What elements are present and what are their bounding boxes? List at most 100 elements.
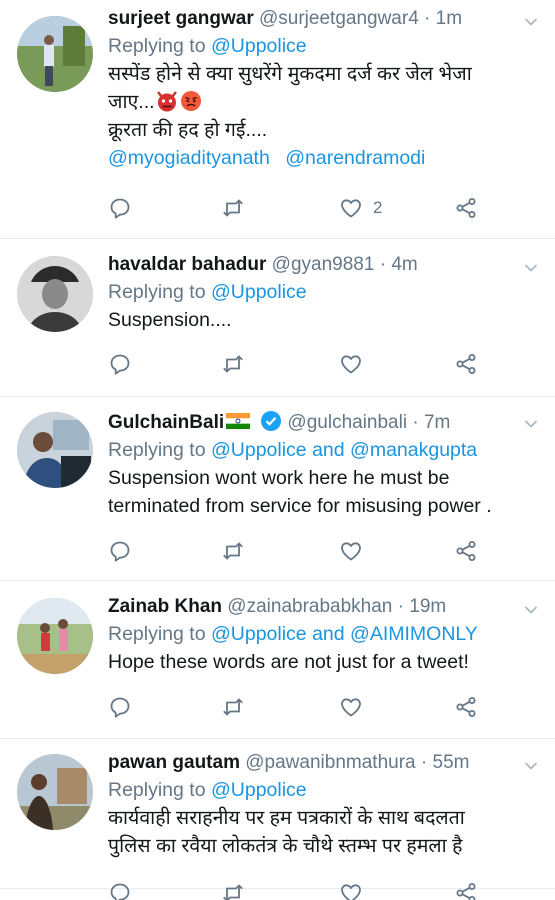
- user-handle[interactable]: @gyan9881: [272, 254, 375, 275]
- share-button[interactable]: [454, 536, 478, 566]
- heart-icon: [339, 881, 363, 900]
- reply-mention[interactable]: @Uppolice: [211, 35, 307, 57]
- like-button[interactable]: 2: [339, 193, 382, 223]
- tweet-actions: [108, 878, 498, 900]
- replying-to: Replying to @Uppolice: [108, 278, 541, 306]
- mention-link[interactable]: @narendramodi: [285, 147, 425, 169]
- retweet-button[interactable]: [221, 193, 245, 223]
- avatar[interactable]: [17, 412, 93, 488]
- tweet-actions: [108, 692, 498, 722]
- like-button[interactable]: [339, 349, 363, 379]
- tweet-text: Suspension....: [108, 309, 232, 331]
- share-icon: [454, 196, 478, 220]
- retweet-button[interactable]: [221, 878, 245, 900]
- tweet-actions: [108, 536, 498, 566]
- angry-devil-emoji: [156, 91, 177, 112]
- tweet-actions: 2: [108, 193, 498, 223]
- angry-face-emoji: [180, 91, 201, 111]
- tweet-text-line: कार्यवाही सराहनीय पर हम पत्रकारों के साथ…: [108, 807, 465, 829]
- tweet-item[interactable]: Zainab Khan @zainabrababkhan · 19m Reply…: [0, 580, 555, 739]
- timeline-feed[interactable]: surjeet gangwar @surjeetgangwar4 · 1m Re…: [0, 0, 555, 900]
- user-handle[interactable]: @pawanibnmathura: [245, 752, 415, 773]
- tweet-text: कार्यवाही सराहनीय पर हम पत्रकारों के साथ…: [108, 804, 541, 860]
- separator: ·: [379, 254, 387, 275]
- display-name[interactable]: Zainab Khan: [108, 596, 222, 617]
- heart-icon: [339, 539, 363, 563]
- display-name[interactable]: havaldar bahadur: [108, 254, 266, 275]
- tweet-item[interactable]: pawan gautam @pawanibnmathura · 55m Repl…: [0, 738, 555, 889]
- replying-prefix: Replying to: [108, 439, 206, 461]
- tweet-text-line: सस्पेंड होने से क्या सुधरेंगे मुकदमा दर्…: [108, 63, 472, 85]
- retweet-icon: [221, 881, 245, 900]
- replying-to: Replying to @Uppolice and @manakgupta: [108, 436, 541, 464]
- reply-mention[interactable]: @Uppolice: [211, 281, 307, 303]
- retweet-button[interactable]: [221, 349, 245, 379]
- heart-icon: [339, 695, 363, 719]
- mention-link[interactable]: @myogiadityanath: [108, 147, 270, 169]
- retweet-icon: [221, 352, 245, 376]
- replying-to: Replying to @Uppolice and @AIMIMONLY: [108, 620, 541, 648]
- timestamp[interactable]: 1m: [436, 8, 462, 29]
- tweet-text-line: पुलिस का रवैया लोकतंत्र के चौथे स्तम्भ प…: [108, 835, 463, 857]
- tweet-text-line: Suspension wont work here he must be: [108, 467, 450, 489]
- retweet-button[interactable]: [221, 536, 245, 566]
- like-button[interactable]: [339, 692, 363, 722]
- separator: ·: [420, 752, 428, 773]
- replying-prefix: Replying to: [108, 623, 206, 645]
- tweet-item[interactable]: havaldar bahadur @gyan9881 · 4m Replying…: [0, 238, 555, 397]
- reply-icon: [108, 881, 132, 900]
- reply-icon: [108, 352, 132, 376]
- display-name[interactable]: pawan gautam: [108, 752, 240, 773]
- share-button[interactable]: [454, 349, 478, 379]
- reply-icon: [108, 196, 132, 220]
- reply-button[interactable]: [108, 193, 132, 223]
- reply-button[interactable]: [108, 878, 132, 900]
- separator: ·: [424, 8, 431, 29]
- reply-button[interactable]: [108, 536, 132, 566]
- reply-mention[interactable]: @Uppolice: [211, 779, 307, 801]
- user-handle[interactable]: @surjeetgangwar4: [259, 8, 419, 29]
- replying-prefix: Replying to: [108, 35, 206, 57]
- tweet-text: Hope these words are not just for a twee…: [108, 651, 469, 673]
- share-button[interactable]: [454, 692, 478, 722]
- user-handle[interactable]: @zainabrababkhan: [227, 596, 392, 617]
- tweet-text: Suspension wont work here he must be ter…: [108, 464, 541, 520]
- tweet-mentions: @myogiadityanath @narendramodi: [108, 144, 541, 172]
- reply-mention[interactable]: @Uppolice and @manakgupta: [211, 439, 477, 461]
- avatar[interactable]: [17, 16, 93, 92]
- replying-to: Replying to @Uppolice: [108, 32, 541, 60]
- india-flag-icon: [226, 413, 251, 429]
- tweet-text-fragment: जाए...: [108, 91, 155, 113]
- share-icon: [454, 695, 478, 719]
- retweet-icon: [221, 539, 245, 563]
- share-button[interactable]: [454, 193, 478, 223]
- heart-icon: [339, 352, 363, 376]
- avatar[interactable]: [17, 256, 93, 332]
- timestamp[interactable]: 4m: [391, 254, 417, 275]
- tweet-text-line: terminated from service for misusing pow…: [108, 495, 492, 517]
- user-handle[interactable]: @gulchainbali: [287, 412, 407, 433]
- share-icon: [454, 352, 478, 376]
- tweet-item[interactable]: GulchainBali @gulchainbali · 7m Replying…: [0, 396, 555, 581]
- reply-mention[interactable]: @Uppolice and @AIMIMONLY: [211, 623, 478, 645]
- reply-button[interactable]: [108, 692, 132, 722]
- retweet-icon: [221, 196, 245, 220]
- display-name[interactable]: GulchainBali: [108, 412, 224, 433]
- avatar[interactable]: [17, 598, 93, 674]
- like-count: 2: [373, 198, 383, 217]
- share-icon: [454, 539, 478, 563]
- retweet-button[interactable]: [221, 692, 245, 722]
- avatar[interactable]: [17, 754, 93, 830]
- timestamp[interactable]: 7m: [424, 412, 450, 433]
- share-button[interactable]: [454, 878, 478, 900]
- replying-prefix: Replying to: [108, 779, 206, 801]
- like-button[interactable]: [339, 536, 363, 566]
- reply-button[interactable]: [108, 349, 132, 379]
- timestamp[interactable]: 19m: [409, 596, 446, 617]
- share-icon: [454, 881, 478, 900]
- display-name[interactable]: surjeet gangwar: [108, 8, 254, 29]
- tweet-item[interactable]: surjeet gangwar @surjeetgangwar4 · 1m Re…: [0, 0, 555, 239]
- like-button[interactable]: [339, 878, 363, 900]
- separator: ·: [412, 412, 419, 433]
- timestamp[interactable]: 55m: [433, 752, 470, 773]
